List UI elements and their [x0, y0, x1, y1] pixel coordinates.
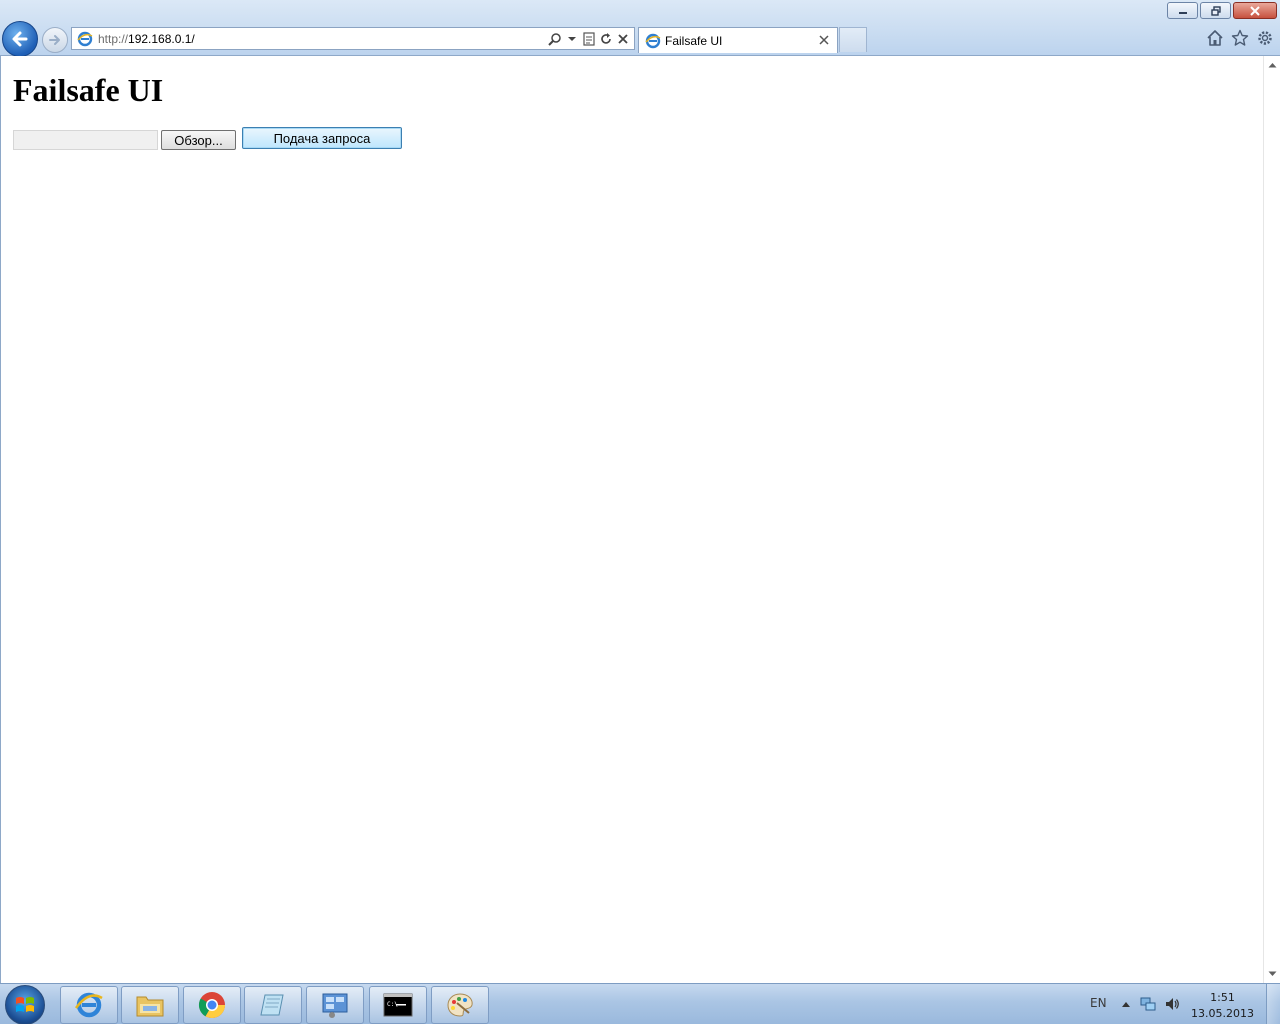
- scroll-down-icon[interactable]: [1267, 969, 1277, 979]
- windows-logo-icon: [16, 997, 34, 1012]
- forward-button[interactable]: [42, 27, 68, 53]
- scroll-up-icon[interactable]: [1267, 60, 1277, 70]
- home-icon[interactable]: [1205, 28, 1224, 47]
- network-icon[interactable]: [1140, 996, 1156, 1012]
- volume-icon[interactable]: [1164, 996, 1180, 1012]
- url-host: 192.168.0.1/: [128, 31, 195, 46]
- submit-request-button[interactable]: Подача запроса: [242, 127, 402, 149]
- command-icons: [1205, 28, 1274, 47]
- internet-explorer-icon: [74, 992, 103, 1018]
- clock[interactable]: 1:51 13.05.2013: [1191, 990, 1254, 1022]
- control-panel-icon: [322, 993, 348, 1018]
- close-tab-icon[interactable]: [817, 32, 831, 48]
- taskbar-windows-explorer[interactable]: [121, 986, 179, 1024]
- refresh-icon[interactable]: [599, 31, 613, 47]
- search-icon[interactable]: [548, 31, 562, 47]
- taskbar: C:\ EN 1:51 13.05.2013: [0, 983, 1280, 1024]
- window-controls: [1167, 2, 1277, 19]
- back-button[interactable]: [2, 21, 38, 57]
- arrow-left-icon: [12, 31, 28, 47]
- maximize-button[interactable]: [1200, 2, 1231, 19]
- ie-page-icon: [76, 30, 94, 48]
- minimize-button[interactable]: [1167, 2, 1198, 19]
- close-window-button[interactable]: [1233, 2, 1277, 19]
- show-hidden-icons-icon[interactable]: [1118, 996, 1134, 1012]
- dropdown-arrow-icon[interactable]: [565, 31, 579, 47]
- taskbar-paint[interactable]: [431, 986, 489, 1024]
- arrow-right-icon: [49, 35, 60, 45]
- tab-failsafe-ui[interactable]: Failsafe UI: [638, 27, 838, 53]
- show-desktop-button[interactable]: [1266, 984, 1280, 1024]
- file-path-input[interactable]: [13, 130, 158, 150]
- close-icon: [1250, 5, 1260, 16]
- new-tab-button[interactable]: [839, 27, 867, 52]
- browse-button[interactable]: Обзор...: [161, 130, 236, 150]
- start-button[interactable]: [5, 985, 45, 1024]
- clock-date: 13.05.2013: [1191, 1007, 1254, 1020]
- favorites-star-icon[interactable]: [1230, 28, 1249, 47]
- taskbar-command-prompt[interactable]: C:\: [369, 986, 427, 1024]
- page-title: Failsafe UI: [13, 72, 164, 108]
- command-prompt-icon: C:\: [383, 993, 413, 1017]
- minimize-icon: [1178, 11, 1187, 14]
- stop-icon[interactable]: [616, 31, 630, 47]
- folder-icon: [136, 996, 164, 1017]
- compatibility-view-icon[interactable]: [582, 31, 596, 47]
- address-bar[interactable]: http://192.168.0.1/: [71, 27, 635, 50]
- clock-time: 1:51: [1210, 991, 1235, 1004]
- vertical-scrollbar[interactable]: [1263, 56, 1280, 983]
- chrome-icon: [198, 992, 226, 1019]
- address-tools: [548, 30, 630, 48]
- tab-title: Failsafe UI: [665, 33, 723, 48]
- address-url[interactable]: http://192.168.0.1/: [98, 32, 195, 46]
- page-viewport: Failsafe UI Обзор... Подача запроса: [0, 56, 1280, 983]
- notepad-icon: [260, 994, 284, 1016]
- ie-page-icon: [645, 33, 661, 49]
- browser-chrome: http://192.168.0.1/ Failsafe UI: [0, 0, 1280, 57]
- gear-icon[interactable]: [1255, 28, 1274, 47]
- paint-palette-icon: [447, 993, 473, 1017]
- taskbar-internet-explorer[interactable]: [60, 986, 118, 1024]
- taskbar-chrome[interactable]: [183, 986, 241, 1024]
- restore-icon: [1210, 5, 1221, 16]
- language-indicator[interactable]: EN: [1090, 996, 1107, 1010]
- url-protocol: http://: [98, 31, 129, 46]
- taskbar-notepad[interactable]: [244, 986, 302, 1024]
- taskbar-control-panel[interactable]: [306, 986, 364, 1024]
